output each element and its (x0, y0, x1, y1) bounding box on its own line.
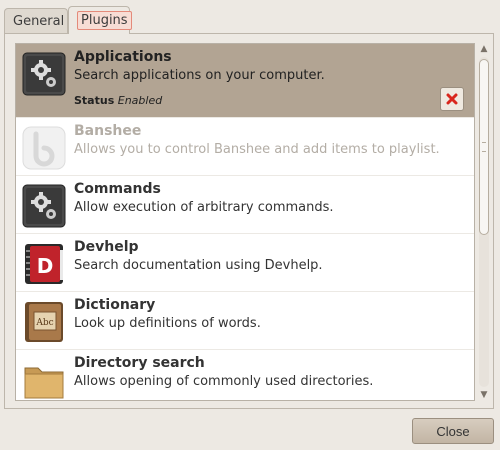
dictionary-book-icon: Abc (25, 302, 63, 342)
folder-icon (24, 367, 64, 399)
plugin-description: Allows you to control Banshee and add it… (74, 142, 440, 157)
tab-plugins[interactable]: Plugins (68, 6, 132, 34)
grip-icon (482, 142, 486, 152)
scroll-thumb[interactable] (479, 59, 489, 235)
banshee-icon (22, 126, 66, 170)
plugin-description: Search documentation using Devhelp. (74, 258, 323, 273)
plugin-name: Applications (74, 49, 172, 65)
scroll-down-arrow-icon[interactable]: ▼ (477, 389, 491, 401)
plugin-status: Status Enabled (74, 94, 162, 107)
tab-general[interactable]: General (4, 8, 68, 34)
svg-text:D: D (37, 254, 54, 278)
tab-plugins-label: Plugins (77, 11, 132, 30)
plugin-name: Banshee (74, 123, 142, 139)
plugin-description: Search applications on your computer. (74, 68, 325, 83)
dictionary-icon-label: Abc (35, 318, 53, 328)
status-label: Status (74, 94, 115, 107)
plugin-name: Dictionary (74, 297, 156, 313)
gears-icon (22, 52, 66, 96)
scroll-up-arrow-icon[interactable]: ▲ (477, 43, 491, 55)
tab-general-label: General (13, 14, 65, 29)
plugin-row-devhelp[interactable]: D Devhelp Search documentation using Dev… (16, 234, 474, 292)
plugin-description: Allows opening of commonly used director… (74, 374, 374, 389)
plugin-list[interactable]: Applications Search applications on your… (15, 43, 475, 401)
plugin-row-banshee[interactable]: Banshee Allows you to control Banshee an… (16, 118, 474, 176)
status-value: Enabled (117, 94, 163, 107)
plugins-panel: Applications Search applications on your… (4, 33, 494, 409)
plugin-description: Allow execution of arbitrary commands. (74, 200, 334, 215)
close-icon (446, 93, 458, 105)
devhelp-book-icon: D (25, 244, 63, 284)
plugin-row-commands[interactable]: Commands Allow execution of arbitrary co… (16, 176, 474, 234)
plugin-row-directory-search[interactable]: Directory search Allows opening of commo… (16, 350, 474, 400)
list-scrollbar[interactable]: ▲ ▼ (477, 43, 491, 401)
plugin-name: Commands (74, 181, 161, 197)
plugin-name: Devhelp (74, 239, 139, 255)
plugin-row-applications[interactable]: Applications Search applications on your… (16, 44, 474, 118)
close-button[interactable]: Close (412, 418, 494, 444)
plugin-name: Directory search (74, 355, 205, 371)
plugin-row-dictionary[interactable]: Abc Dictionary Look up definitions of wo… (16, 292, 474, 350)
gears-icon (22, 184, 66, 228)
plugin-description: Look up definitions of words. (74, 316, 261, 331)
remove-plugin-button[interactable] (440, 87, 464, 111)
